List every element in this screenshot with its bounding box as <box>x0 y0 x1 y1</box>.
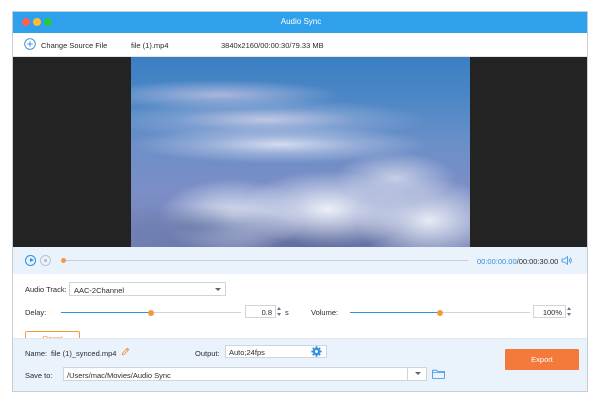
playback-progress-track[interactable] <box>63 260 468 261</box>
audio-track-label: Audio Track: <box>25 285 67 294</box>
output-panel: Name: file (1)_synced.mp4 Output: Auto;2… <box>13 338 587 391</box>
playback-progress-handle[interactable] <box>60 258 66 263</box>
delay-value: 0.8 <box>261 308 272 317</box>
source-file-name: file (1).mp4 <box>131 41 169 50</box>
folder-icon[interactable] <box>432 369 445 379</box>
delay-unit: s <box>285 308 289 317</box>
delay-slider-fill <box>61 312 151 313</box>
save-path-field[interactable]: /Users/mac/Movies/Audio Sync <box>63 367 427 381</box>
video-preview <box>13 57 587 247</box>
stepper-down-icon[interactable] <box>567 312 571 316</box>
source-file-info: 3840x2160/00:00:30/79.33 MB <box>221 41 324 50</box>
output-label: Output: <box>195 349 220 358</box>
volume-slider-handle[interactable] <box>437 309 443 316</box>
source-file-bar: Change Source File file (1).mp4 3840x216… <box>13 33 587 57</box>
volume-label: Volume: <box>311 308 339 317</box>
chevron-down-icon <box>215 287 221 291</box>
stepper-up-icon[interactable] <box>567 307 571 310</box>
output-file-name: file (1)_synced.mp4 <box>51 349 117 358</box>
audio-track-value: AAC-2Channel <box>74 285 125 295</box>
audio-sync-window: Audio Sync Change Source File file (1).m… <box>12 11 588 392</box>
volume-input[interactable]: 100% <box>533 305 566 318</box>
total-time: /00:00:30.00 <box>516 257 559 266</box>
chevron-down-icon[interactable] <box>407 367 427 381</box>
delay-slider-handle[interactable] <box>148 309 154 316</box>
delay-slider[interactable] <box>61 309 241 316</box>
audio-track-select[interactable]: AAC-2Channel <box>69 282 226 296</box>
volume-slider[interactable] <box>350 309 530 316</box>
volume-slider-track <box>440 312 530 313</box>
delay-slider-track <box>151 312 241 313</box>
volume-value: 100% <box>542 308 562 317</box>
play-icon[interactable] <box>25 255 36 266</box>
plus-circle-icon[interactable] <box>24 38 36 50</box>
stepper-up-icon[interactable] <box>277 307 281 310</box>
save-to-label: Save to: <box>25 371 53 380</box>
playback-time: 00:00:00.00/00:00:30.00 <box>477 257 558 266</box>
current-time: 00:00:00.00 <box>477 257 517 266</box>
change-source-file-button[interactable]: Change Source File <box>41 41 107 50</box>
delay-stepper[interactable] <box>275 305 284 318</box>
output-format-value: Auto;24fps <box>229 348 265 357</box>
save-path-value: /Users/mac/Movies/Audio Sync <box>67 370 171 380</box>
playback-bar: 00:00:00.00/00:00:30.00 <box>13 247 587 274</box>
title-bar: Audio Sync <box>13 12 587 33</box>
video-frame-sky-clouds <box>131 57 470 247</box>
window-title: Audio Sync <box>280 17 322 26</box>
speaker-icon[interactable] <box>561 255 573 266</box>
pencil-icon[interactable] <box>121 347 130 356</box>
stepper-down-icon[interactable] <box>277 312 281 316</box>
gear-icon[interactable] <box>311 346 322 357</box>
name-label: Name: <box>25 349 48 358</box>
export-button[interactable]: Export <box>505 349 579 370</box>
volume-stepper[interactable] <box>565 305 574 318</box>
stop-icon[interactable] <box>40 255 51 266</box>
delay-input[interactable]: 0.8 <box>245 305 276 318</box>
delay-label: Delay: <box>25 308 47 317</box>
volume-slider-fill <box>350 312 440 313</box>
